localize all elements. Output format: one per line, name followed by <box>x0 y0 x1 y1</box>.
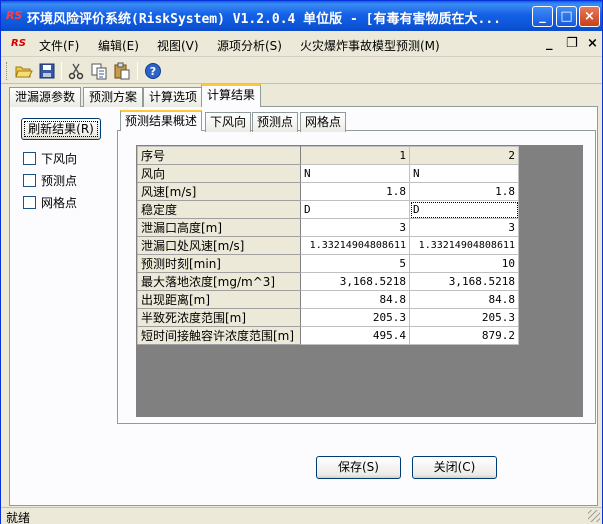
minimize-button[interactable]: _ <box>532 6 553 27</box>
grid-cell[interactable]: N <box>409 164 519 183</box>
tab-prediction-scheme[interactable]: 预测方案 <box>83 87 144 107</box>
grid-row: 半致死浓度范围[m] 205.3 205.3 <box>137 308 519 327</box>
tab-leak-source-params[interactable]: 泄漏源参数 <box>9 87 82 107</box>
grid-cell[interactable]: 1.33214904808611 <box>300 236 410 255</box>
grid-cell[interactable]: 3 <box>300 218 410 237</box>
grid-row: 出现距离[m] 84.8 84.8 <box>137 290 519 309</box>
status-bar: 就绪 <box>1 507 602 524</box>
grid-row-header: 风向 <box>137 164 301 183</box>
grid-row: 泄漏口处风速[m/s] 1.33214904808611 1.332149048… <box>137 236 519 255</box>
grid-row: 泄漏口高度[m] 3 3 <box>137 218 519 237</box>
grid-cell[interactable]: 5 <box>300 254 410 273</box>
checkbox-grid-point[interactable]: 网格点 <box>23 194 77 210</box>
grid-cell[interactable]: 205.3 <box>409 308 519 327</box>
checkbox-downwind-box[interactable] <box>23 152 36 165</box>
grid-cell[interactable]: 879.2 <box>409 326 519 345</box>
resize-grip-icon[interactable] <box>588 510 600 522</box>
grid-row-header: 半致死浓度范围[m] <box>137 308 301 327</box>
checkbox-downwind-label: 下风向 <box>41 152 78 166</box>
svg-text:?: ? <box>150 65 156 78</box>
grid-row-header: 稳定度 <box>137 200 301 219</box>
mdi-doc-icon[interactable]: RS <box>11 38 26 49</box>
grid-corner-header: 序号 <box>137 146 301 165</box>
grid-cell[interactable]: 1.8 <box>300 182 410 201</box>
grid-cell[interactable]: 495.4 <box>300 326 410 345</box>
menu-bar: RS 文件(F) 编辑(E) 视图(V) 源项分析(S) 火灾爆炸事故模型预测(… <box>1 31 602 57</box>
toolbar-separator <box>137 62 138 80</box>
grid-row-header: 风速[m/s] <box>137 182 301 201</box>
checkbox-prediction-point-label: 预测点 <box>41 174 78 188</box>
close-button[interactable]: 关闭(C) <box>412 456 497 479</box>
grid-row-header: 预测时刻[min] <box>137 254 301 273</box>
open-folder-icon[interactable] <box>15 62 33 80</box>
menu-edit[interactable]: 编辑(E) <box>98 37 139 54</box>
grid-header-row: 序号 1 2 <box>137 146 519 165</box>
results-grid[interactable]: 序号 1 2 风向 N N 风速[m/s] 1.8 1.8 稳定度 D D 泄漏… <box>137 146 519 345</box>
copy-icon[interactable] <box>90 62 108 80</box>
grid-column-header[interactable]: 2 <box>409 146 519 165</box>
grid-row-header: 泄漏口高度[m] <box>137 218 301 237</box>
grid-row: 稳定度 D D <box>137 200 519 219</box>
cut-icon[interactable] <box>67 62 85 80</box>
paste-icon[interactable] <box>113 62 131 80</box>
menu-fire-explosion-model[interactable]: 火灾爆炸事故模型预测(M) <box>300 37 440 54</box>
grid-cell-selected[interactable]: D <box>409 200 519 219</box>
grid-column-header[interactable]: 1 <box>300 146 410 165</box>
tab-grid-point[interactable]: 网格点 <box>300 112 347 132</box>
checkbox-grid-point-label: 网格点 <box>41 196 78 210</box>
maximize-button[interactable]: □ <box>556 6 577 27</box>
menu-source-analysis[interactable]: 源项分析(S) <box>217 37 282 54</box>
grid-row: 最大落地浓度[mg/m^3] 3,168.5218 3,168.5218 <box>137 272 519 291</box>
main-window: RS 环境风险评价系统(RiskSystem) V1.2.0.4 单位版 - [… <box>0 0 603 524</box>
grid-row-header: 泄漏口处风速[m/s] <box>137 236 301 255</box>
close-window-button[interactable]: × <box>579 6 600 27</box>
grid-row: 短时间接触容许浓度范围[m] 495.4 879.2 <box>137 326 519 345</box>
grid-row: 预测时刻[min] 5 10 <box>137 254 519 273</box>
tab-result-overview[interactable]: 预测结果概述 <box>120 110 203 131</box>
refresh-results-button[interactable]: 刷新结果(R) <box>21 118 101 140</box>
menu-view[interactable]: 视图(V) <box>157 37 199 54</box>
checkbox-downwind[interactable]: 下风向 <box>23 150 77 166</box>
grid-cell[interactable]: 3 <box>409 218 519 237</box>
window-title: 环境风险评价系统(RiskSystem) V1.2.0.4 单位版 - [有毒有… <box>27 12 501 27</box>
grid-cell[interactable]: 10 <box>409 254 519 273</box>
grid-cell[interactable]: 3,168.5218 <box>409 272 519 291</box>
save-button[interactable]: 保存(S) <box>316 456 401 479</box>
grid-row: 风速[m/s] 1.8 1.8 <box>137 182 519 201</box>
menu-file[interactable]: 文件(F) <box>39 37 79 54</box>
grid-row-header: 短时间接触容许浓度范围[m] <box>137 326 301 345</box>
grid-row: 风向 N N <box>137 164 519 183</box>
grid-cell[interactable]: 205.3 <box>300 308 410 327</box>
tab-calc-options[interactable]: 计算选项 <box>143 87 204 107</box>
grid-cell[interactable]: N <box>300 164 410 183</box>
status-text: 就绪 <box>6 511 31 524</box>
mdi-close-button[interactable]: × <box>587 36 598 51</box>
toolbar: ? <box>1 58 602 84</box>
checkbox-prediction-point-box[interactable] <box>23 174 36 187</box>
grid-cell[interactable]: D <box>300 200 410 219</box>
help-icon[interactable]: ? <box>144 62 162 80</box>
checkbox-grid-point-box[interactable] <box>23 196 36 209</box>
grid-cell[interactable]: 3,168.5218 <box>300 272 410 291</box>
grid-cell[interactable]: 1.33214904808611 <box>409 236 519 255</box>
grid-cell[interactable]: 1.8 <box>409 182 519 201</box>
tab-calc-results[interactable]: 计算结果 <box>201 84 262 107</box>
app-logo-icon: RS <box>6 9 23 22</box>
grid-row-header: 出现距离[m] <box>137 290 301 309</box>
tab-downwind[interactable]: 下风向 <box>205 112 252 132</box>
mdi-restore-button[interactable]: ❐ <box>566 36 578 51</box>
tab-prediction-point[interactable]: 预测点 <box>252 112 299 132</box>
save-icon[interactable] <box>38 62 56 80</box>
grid-cell[interactable]: 84.8 <box>300 290 410 309</box>
checkbox-prediction-point[interactable]: 预测点 <box>23 172 77 188</box>
toolbar-separator <box>61 62 62 80</box>
title-bar[interactable]: RS 环境风险评价系统(RiskSystem) V1.2.0.4 单位版 - [… <box>1 1 602 31</box>
toolbar-grip[interactable] <box>6 62 9 80</box>
mdi-minimize-button[interactable]: _ <box>546 36 553 51</box>
grid-cell[interactable]: 84.8 <box>409 290 519 309</box>
grid-row-header: 最大落地浓度[mg/m^3] <box>137 272 301 291</box>
